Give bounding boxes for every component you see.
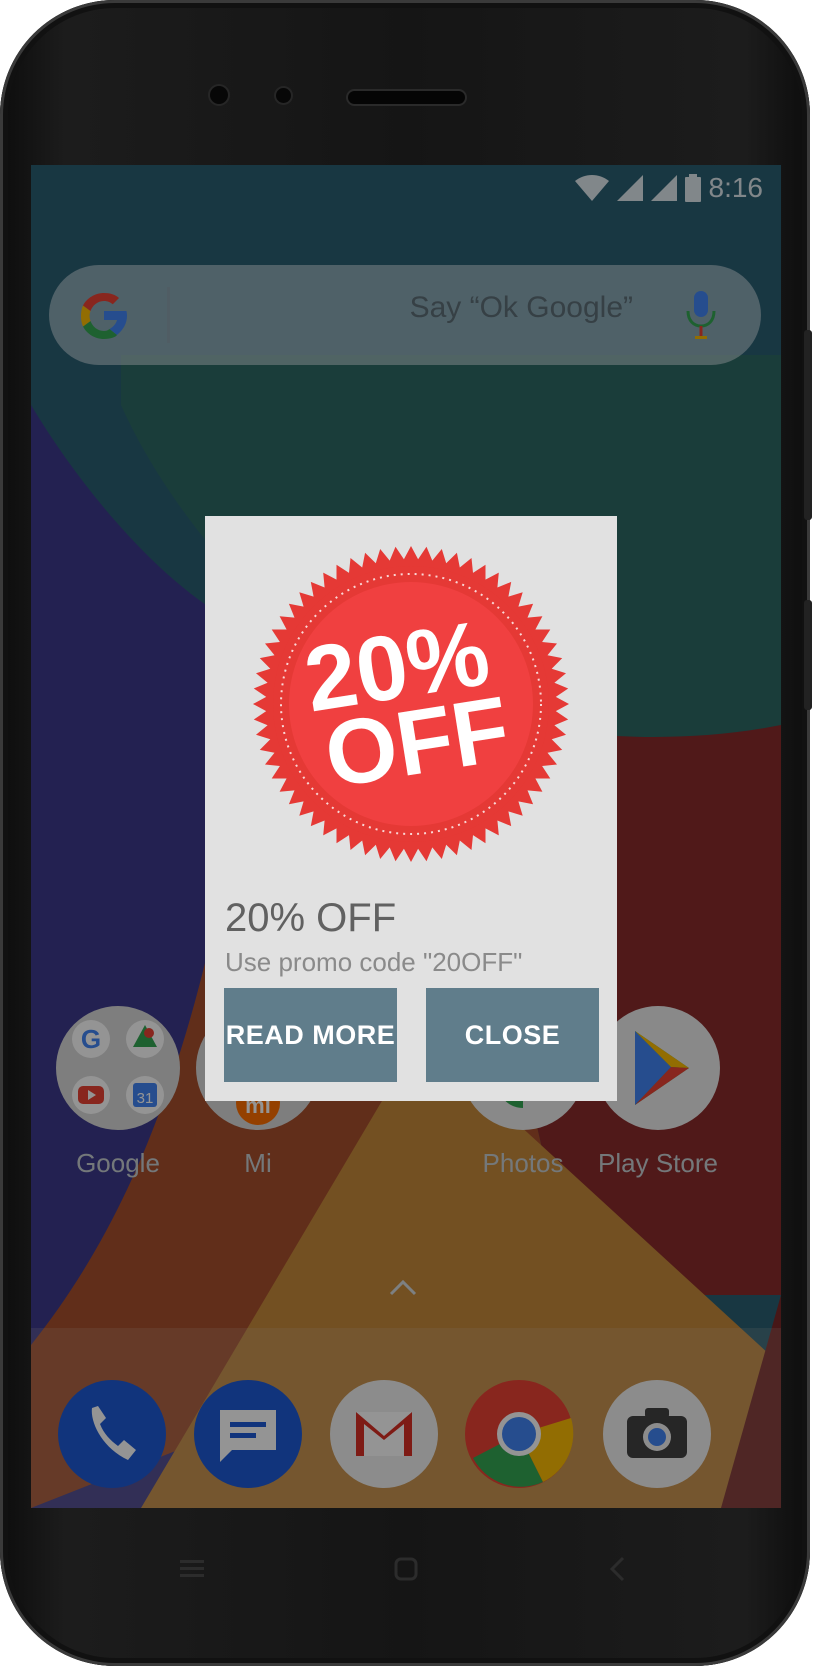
volume-button [804, 330, 812, 520]
dialog-message: Use promo code "20OFF" [225, 947, 523, 977]
promo-dialog: 20% OFF 20% OFF Use promo code "20OFF" R… [205, 516, 617, 1101]
menu-icon[interactable] [180, 1558, 204, 1580]
dialog-title: 20% OFF [225, 896, 397, 940]
svg-text:G: G [81, 1024, 101, 1054]
read-more-button[interactable]: READ MORE [224, 988, 397, 1082]
status-icons: 8:16 [574, 172, 764, 203]
home-icon[interactable] [394, 1557, 418, 1581]
google-folder-icon: G 31 [56, 1006, 180, 1130]
search-cursor [167, 287, 170, 343]
app-label: Mi [244, 1148, 272, 1178]
messages-icon[interactable] [192, 1378, 304, 1490]
search-hint: Say “Ok Google” [409, 291, 633, 324]
discount-badge-image: 20% OFF [253, 546, 569, 862]
earpiece [348, 91, 465, 104]
camera-icon[interactable] [601, 1378, 713, 1490]
signal-icon [616, 175, 643, 201]
phone-icon[interactable] [56, 1378, 168, 1490]
power-button [804, 600, 812, 710]
app-label: Play Store [598, 1148, 718, 1178]
back-icon[interactable] [608, 1556, 626, 1582]
app-google-folder[interactable]: G 31 Google [48, 1003, 188, 1179]
close-button[interactable]: CLOSE [426, 988, 599, 1082]
svg-text:31: 31 [137, 1090, 154, 1107]
front-camera [276, 88, 291, 103]
clock-time: 8:16 [708, 172, 764, 203]
chevron-up-icon[interactable] [388, 1277, 418, 1297]
battery-icon [684, 174, 701, 202]
app-label: Photos [482, 1148, 564, 1178]
google-search-bar[interactable]: Say “Ok Google” [49, 265, 761, 365]
status-bar: 8:16 [31, 165, 781, 211]
signal-icon [650, 175, 677, 201]
navigation-bar [0, 1510, 810, 1640]
google-g-icon [81, 293, 127, 339]
chrome-icon[interactable] [463, 1378, 575, 1490]
proximity-sensor [210, 86, 228, 104]
gmail-icon[interactable] [328, 1378, 440, 1490]
wifi-icon [574, 175, 609, 201]
mic-icon[interactable] [685, 291, 717, 341]
app-label: Google [76, 1148, 160, 1178]
